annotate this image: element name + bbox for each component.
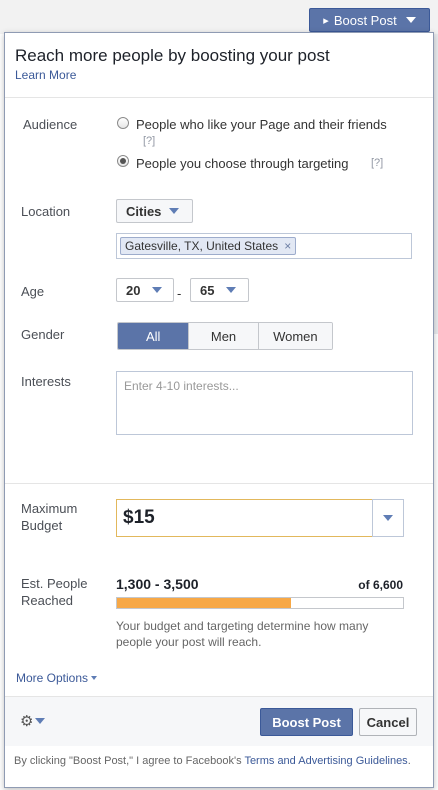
location-input[interactable]: Gatesville, TX, United States × xyxy=(116,233,412,259)
age-max-dropdown[interactable]: 65 xyxy=(190,278,249,302)
chevron-down-icon xyxy=(226,287,237,293)
gender-women-button[interactable]: Women xyxy=(257,323,332,349)
location-label: Location xyxy=(21,204,71,219)
gender-all-button[interactable]: All xyxy=(118,323,189,349)
chevron-down-icon xyxy=(91,676,98,680)
chevron-down-icon xyxy=(169,208,180,214)
chevron-down-icon xyxy=(152,287,163,293)
audience-targeting-help-icon[interactable]: [?] xyxy=(371,157,383,169)
gender-men-button[interactable]: Men xyxy=(188,323,258,349)
reach-note: Your budget and targeting determine how … xyxy=(116,619,369,649)
reach-label-line2: Reached xyxy=(21,593,74,608)
settings-menu-button[interactable]: ⚙ xyxy=(20,712,46,730)
budget-label-line2: Budget xyxy=(21,518,63,533)
boost-post-top-label: Boost Post xyxy=(333,12,397,28)
audience-fans-help-icon[interactable]: [?] xyxy=(143,135,155,147)
header-divider xyxy=(5,97,433,98)
reach-label-line1: Est. People xyxy=(21,576,88,591)
legal-suffix: . xyxy=(407,755,411,767)
legal-text: By clicking "Boost Post," I agree to Fac… xyxy=(14,753,414,769)
interests-placeholder: Enter 4-10 interests... xyxy=(124,379,239,393)
location-type-value: Cities xyxy=(126,203,162,219)
budget-label-line1: Maximum xyxy=(21,501,78,516)
gear-icon: ⚙ xyxy=(20,713,34,730)
chevron-down-icon xyxy=(405,17,416,23)
boost-post-button[interactable]: Boost Post xyxy=(260,708,353,736)
budget-value: $15 xyxy=(123,507,155,528)
gender-selector: All Men Women xyxy=(117,322,333,350)
cancel-button[interactable]: Cancel xyxy=(359,708,417,736)
reach-range: 1,300 - 3,500 xyxy=(116,576,199,592)
audience-radio-fans[interactable] xyxy=(117,117,129,129)
megaphone-icon: ▸ xyxy=(323,14,329,27)
chevron-down-icon xyxy=(383,515,393,521)
remove-token-icon[interactable]: × xyxy=(284,239,291,253)
section-divider xyxy=(5,483,433,484)
learn-more-link[interactable]: Learn More xyxy=(15,68,76,82)
terms-link[interactable]: Terms and Advertising Guidelines xyxy=(244,755,407,767)
boost-post-top-button[interactable]: ▸ Boost Post xyxy=(309,8,430,32)
age-min-value: 20 xyxy=(126,282,141,298)
age-separator: - xyxy=(177,286,182,301)
location-token-label: Gatesville, TX, United States xyxy=(125,239,279,253)
reach-total: of 6,600 xyxy=(358,578,403,592)
more-options-label: More Options xyxy=(16,671,89,685)
audience-option-fans-label[interactable]: People who like your Page and their frie… xyxy=(136,117,387,132)
audience-option-targeting-label[interactable]: People you choose through targeting xyxy=(136,156,349,171)
age-min-dropdown[interactable]: 20 xyxy=(116,278,174,302)
budget-dropdown[interactable] xyxy=(372,499,404,537)
boost-post-dialog: Reach more people by boosting your post … xyxy=(4,32,434,788)
age-label: Age xyxy=(21,284,45,299)
reach-progress-bar xyxy=(116,597,404,609)
audience-label: Audience xyxy=(23,117,78,132)
budget-input[interactable]: $15 xyxy=(116,499,373,537)
audience-radio-targeting[interactable] xyxy=(117,155,129,167)
legal-prefix: By clicking "Boost Post," I agree to Fac… xyxy=(14,755,245,767)
interests-label: Interests xyxy=(21,374,71,389)
location-token: Gatesville, TX, United States × xyxy=(120,237,297,255)
dialog-title: Reach more people by boosting your post xyxy=(15,46,330,65)
location-type-dropdown[interactable]: Cities xyxy=(116,199,193,223)
chevron-down-icon xyxy=(35,718,46,724)
more-options-link[interactable]: More Options xyxy=(16,671,98,685)
reach-progress-fill xyxy=(117,598,292,608)
age-max-value: 65 xyxy=(200,282,215,298)
gender-label: Gender xyxy=(21,327,65,342)
interests-input[interactable]: Enter 4-10 interests... xyxy=(116,371,413,435)
